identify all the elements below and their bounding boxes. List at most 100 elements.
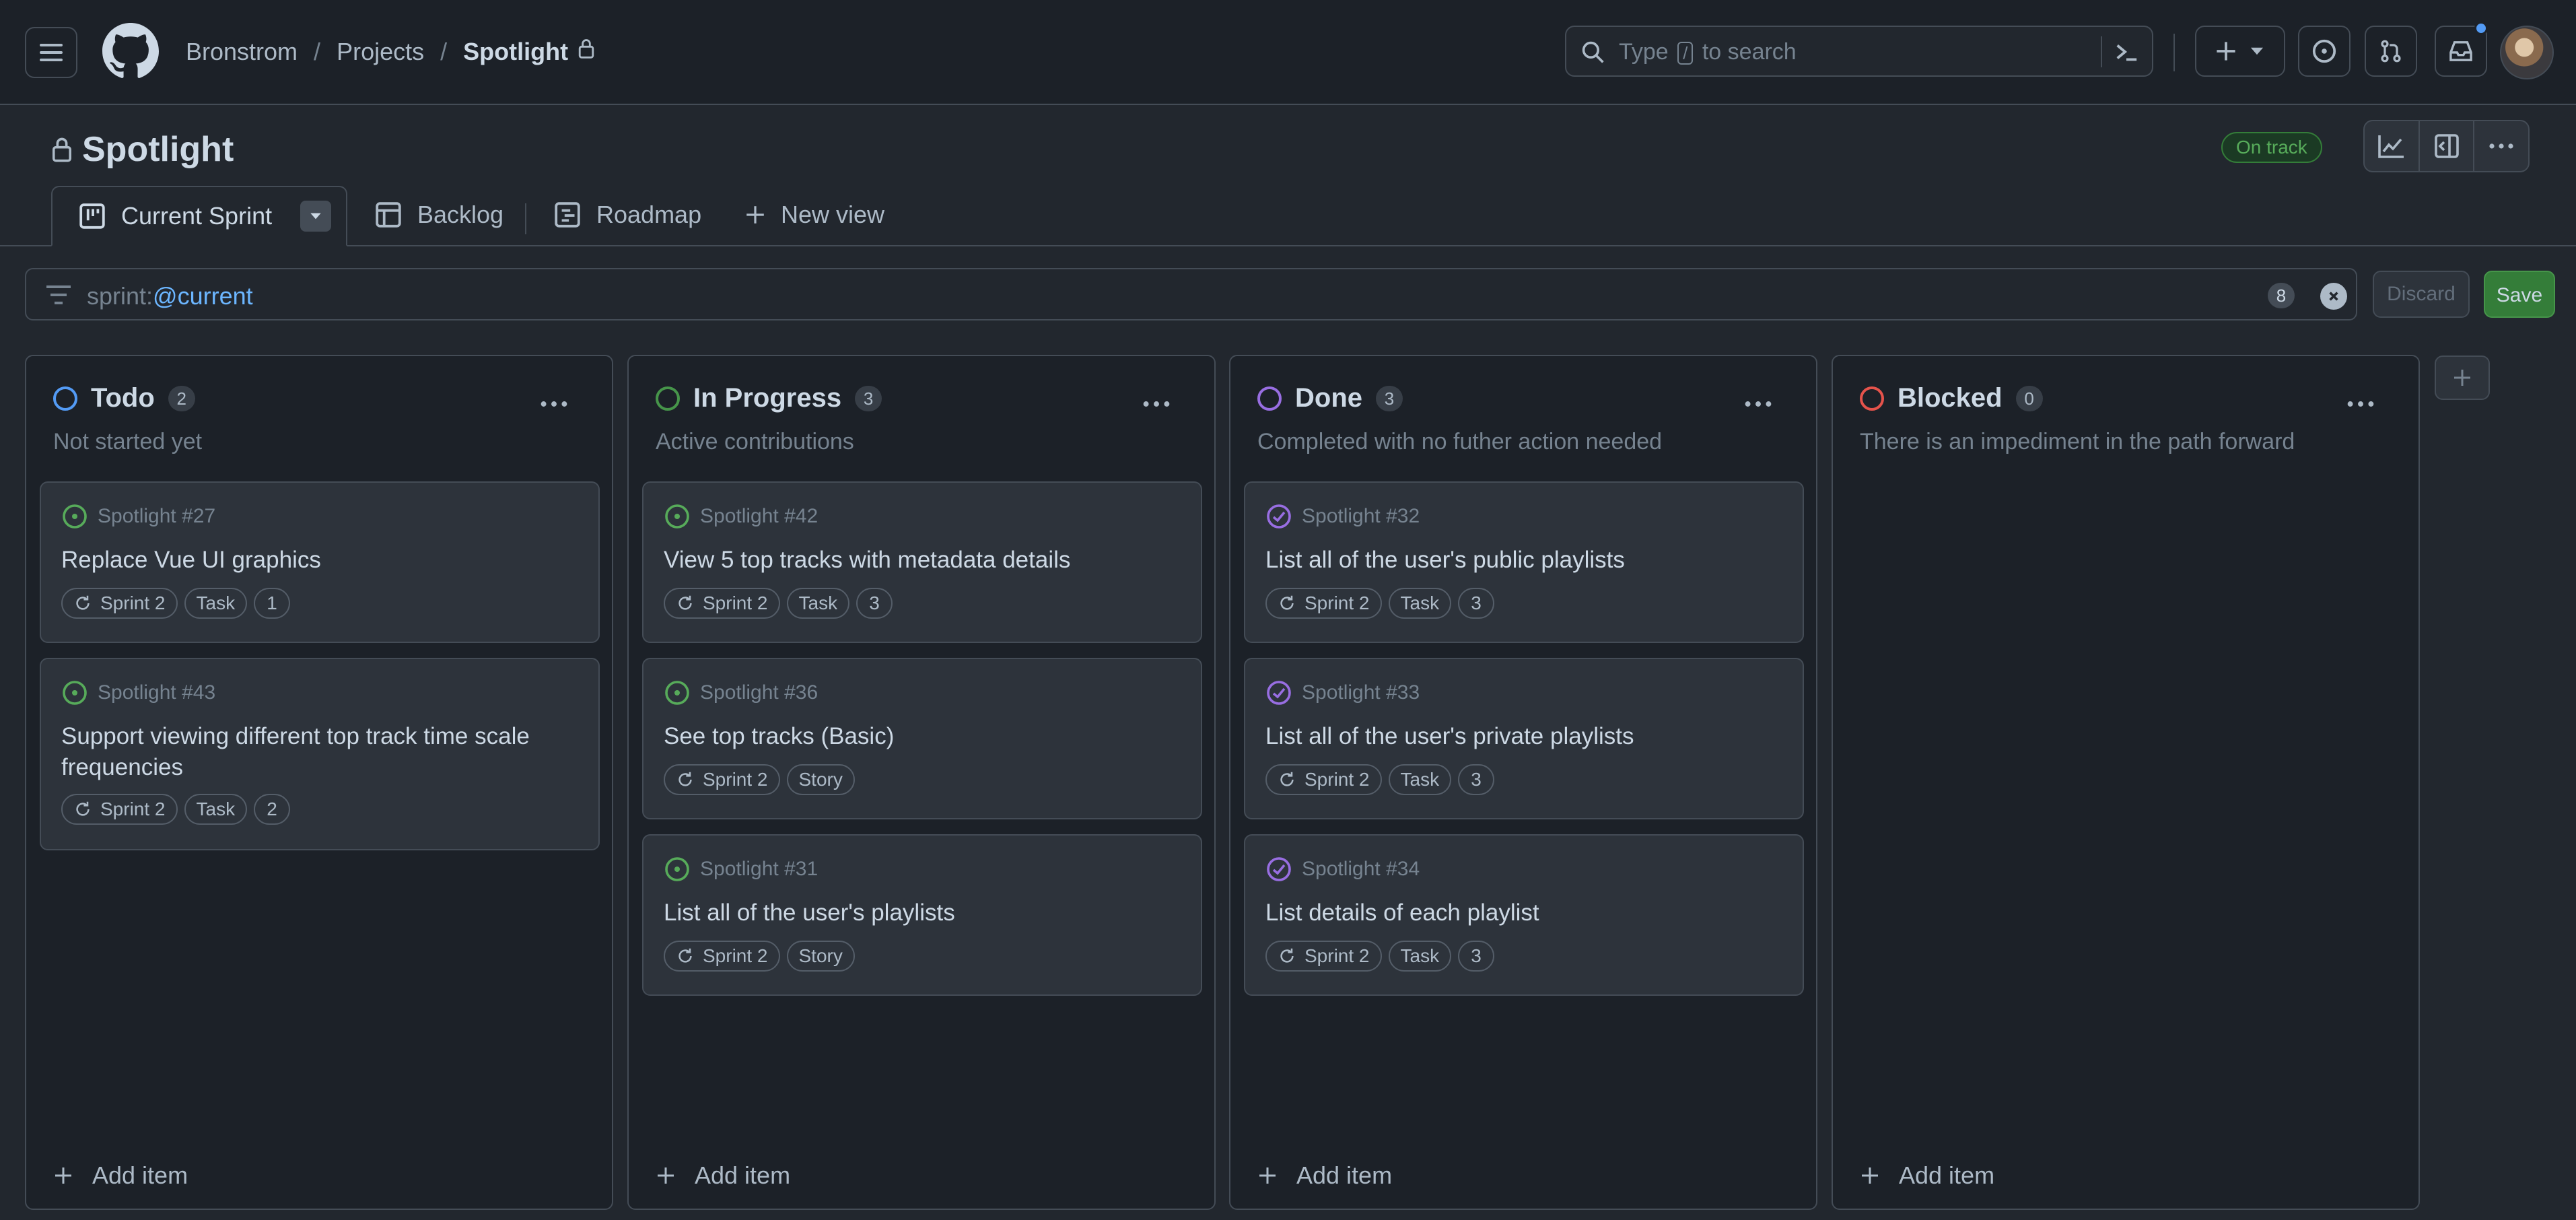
issue-reference: Spotlight #42 [664, 503, 818, 530]
issue-card[interactable]: Spotlight #32 List all of the user's pub… [1244, 481, 1804, 643]
avatar[interactable] [2500, 26, 2554, 79]
type-chip[interactable]: Task [184, 794, 248, 825]
status-circle-icon [656, 386, 680, 411]
tab-roadmap[interactable]: Roadmap [553, 201, 701, 229]
issue-title[interactable]: List details of each playlist [1265, 897, 1790, 928]
points-chip[interactable]: 3 [1458, 764, 1495, 795]
new-view-button[interactable]: New view [744, 201, 884, 229]
page-title[interactable]: Spotlight [82, 129, 234, 170]
issue-title[interactable]: Replace Vue UI graphics [61, 545, 586, 576]
issue-number[interactable]: Spotlight #27 [98, 505, 215, 528]
save-button[interactable]: Save [2484, 271, 2555, 318]
issue-number[interactable]: Spotlight #33 [1302, 681, 1420, 704]
add-item-button[interactable]: Add item [53, 1161, 188, 1190]
sprint-chip[interactable]: Sprint 2 [61, 794, 178, 825]
add-item-button[interactable]: Add item [656, 1161, 790, 1190]
issue-title[interactable]: List all of the user's private playlists [1265, 721, 1790, 752]
issue-title[interactable]: View 5 top tracks with metadata details [664, 545, 1189, 576]
tab-current-sprint-label[interactable]: Current Sprint [78, 201, 332, 232]
issue-reference: Spotlight #27 [61, 503, 215, 530]
discard-button[interactable]: Discard [2373, 271, 2470, 318]
points-chip[interactable]: 1 [254, 588, 291, 619]
issue-title[interactable]: See top tracks (Basic) [664, 721, 1189, 752]
points-chip[interactable]: 3 [1458, 588, 1495, 619]
sidebar-expand-icon [2434, 134, 2459, 158]
view-options-button[interactable] [300, 201, 332, 232]
issue-number[interactable]: Spotlight #34 [1302, 858, 1420, 881]
issue-title[interactable]: List all of the user's public playlists [1265, 545, 1790, 576]
issue-number[interactable]: Spotlight #43 [98, 681, 215, 704]
issue-title[interactable]: Support viewing different top track time… [61, 721, 586, 783]
lock-icon [53, 137, 71, 162]
issues-button[interactable] [2298, 26, 2351, 77]
type-chip[interactable]: Task [1388, 764, 1452, 795]
iteration-icon [1280, 772, 1294, 786]
type-chip[interactable]: Task [1388, 941, 1452, 972]
tab-label: New view [781, 201, 885, 228]
add-item-label: Add item [1899, 1161, 1995, 1189]
type-chip[interactable]: Task [786, 588, 850, 619]
column-in-progress: In Progress 3 Active contributions Add i… [627, 355, 1216, 1210]
issue-fields: Sprint 2 Story [664, 941, 855, 972]
add-item-button[interactable]: Add item [1860, 1161, 1994, 1190]
issue-card[interactable]: Spotlight #34 List details of each playl… [1244, 834, 1804, 996]
sprint-chip[interactable]: Sprint 2 [664, 764, 780, 795]
command-palette-icon[interactable] [2113, 39, 2140, 65]
add-item-button[interactable]: Add item [1257, 1161, 1392, 1190]
sprint-label: Sprint 2 [703, 592, 768, 613]
create-new-button[interactable] [2195, 26, 2285, 77]
sprint-chip[interactable]: Sprint 2 [61, 588, 178, 619]
status-badge[interactable]: On track [2221, 132, 2322, 163]
issue-card[interactable]: Spotlight #43 Support viewing different … [40, 658, 600, 850]
tab-backlog[interactable]: Backlog [374, 201, 503, 229]
issue-card[interactable]: Spotlight #27 Replace Vue UI graphics Sp… [40, 481, 600, 643]
breadcrumb-projects[interactable]: Projects [337, 38, 424, 66]
filter-input[interactable]: sprint:@current 8 [25, 268, 2357, 320]
issue-number[interactable]: Spotlight #31 [700, 858, 818, 881]
type-chip[interactable]: Task [1388, 588, 1452, 619]
type-chip[interactable]: Story [786, 764, 855, 795]
sprint-chip[interactable]: Sprint 2 [1265, 941, 1382, 972]
issue-title[interactable]: List all of the user's playlists [664, 897, 1189, 928]
issue-card[interactable]: Spotlight #31 List all of the user's pla… [642, 834, 1202, 996]
search-shortcut-key: / [1677, 42, 1694, 65]
issue-number[interactable]: Spotlight #36 [700, 681, 818, 704]
sprint-chip[interactable]: Sprint 2 [664, 588, 780, 619]
insights-button[interactable] [2365, 121, 2420, 171]
issue-card[interactable]: Spotlight #42 View 5 top tracks with met… [642, 481, 1202, 643]
sprint-label: Sprint 2 [1304, 945, 1370, 966]
points-chip[interactable]: 3 [856, 588, 893, 619]
add-column-button[interactable] [2435, 355, 2490, 400]
sprint-chip[interactable]: Sprint 2 [664, 941, 780, 972]
issue-fields: Sprint 2 Task 3 [1265, 588, 1495, 619]
plus-icon [658, 1167, 674, 1184]
project-actions [2363, 120, 2530, 172]
column-title: Todo [91, 383, 155, 413]
more-options-button[interactable] [2474, 121, 2528, 171]
pull-requests-button[interactable] [2365, 26, 2417, 77]
column-menu-button[interactable] [539, 382, 569, 415]
breadcrumb-project[interactable]: Spotlight [463, 38, 568, 66]
search-input[interactable]: Type / to search [1565, 26, 2153, 77]
column-header: Todo 2 [53, 383, 195, 413]
points-chip[interactable]: 3 [1458, 941, 1495, 972]
search-icon [1582, 41, 1604, 63]
clear-filter-button[interactable] [2320, 283, 2347, 310]
issue-card[interactable]: Spotlight #33 List all of the user's pri… [1244, 658, 1804, 819]
sprint-chip[interactable]: Sprint 2 [1265, 764, 1382, 795]
column-menu-button[interactable] [2346, 382, 2375, 415]
github-logo-icon[interactable] [102, 23, 159, 79]
type-chip[interactable]: Task [184, 588, 248, 619]
column-menu-button[interactable] [1142, 382, 1171, 415]
issue-card[interactable]: Spotlight #36 See top tracks (Basic) Spr… [642, 658, 1202, 819]
menu-button[interactable] [25, 27, 77, 78]
side-panel-button[interactable] [2420, 121, 2475, 171]
issue-number[interactable]: Spotlight #32 [1302, 505, 1420, 528]
points-chip[interactable]: 2 [254, 794, 291, 825]
breadcrumb-owner[interactable]: Bronstrom [186, 38, 298, 66]
sprint-chip[interactable]: Sprint 2 [1265, 588, 1382, 619]
column-menu-button[interactable] [1743, 382, 1773, 415]
issue-number[interactable]: Spotlight #42 [700, 505, 818, 528]
issue-closed-icon [1267, 857, 1291, 881]
type-chip[interactable]: Story [786, 941, 855, 972]
